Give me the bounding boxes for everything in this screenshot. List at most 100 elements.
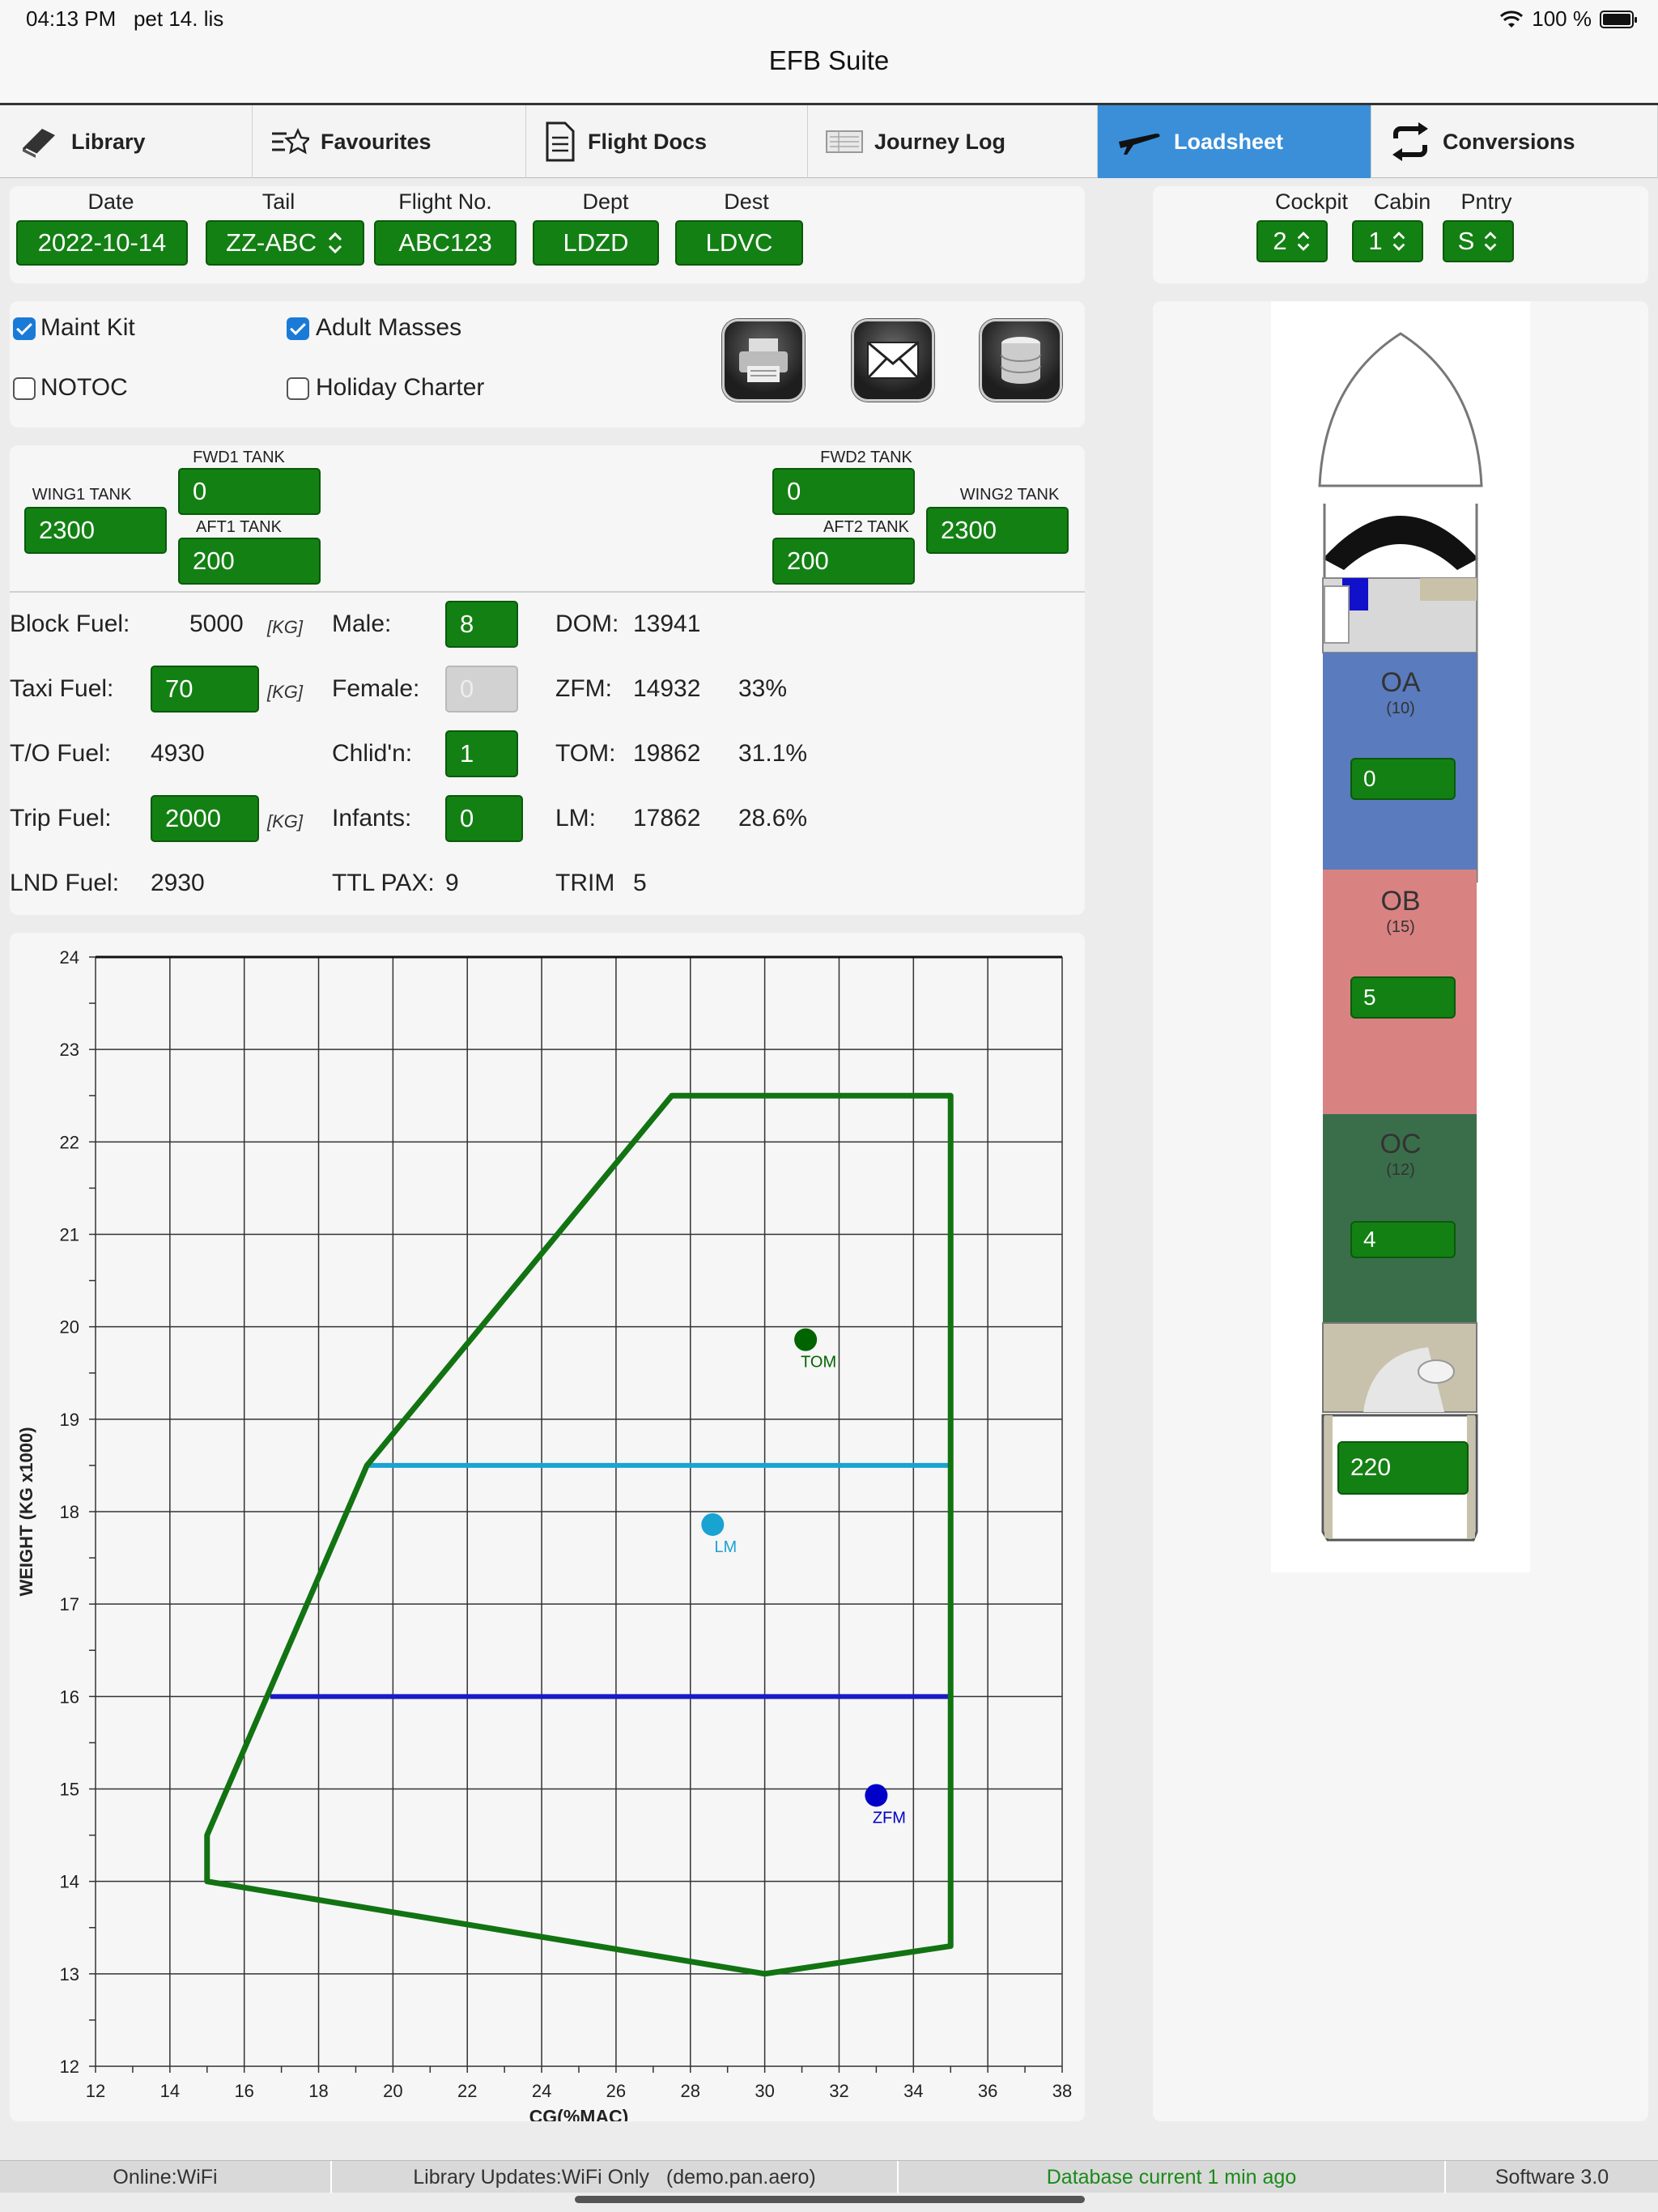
ttl-pax-label: TTL PAX: [332,870,435,896]
email-button[interactable] [852,319,934,402]
options-panel: Maint Kit Adult Masses NOTOC Holiday Cha… [10,301,1085,428]
tab-conversions[interactable]: Conversions [1371,105,1658,178]
cg-envelope-chart: 12 14 16 18 20 22 24 26 28 30 32 34 36 38 12 13 14 15 16 17… [16,947,1072,2127]
tom-value: 19862 [633,740,701,767]
ttl-pax-value: 9 [445,870,459,896]
pantry-label: Pntry [1460,189,1512,214]
book-icon [23,129,55,158]
app-title: EFB Suite [768,45,890,75]
y-tick-label: 13 [60,1964,79,1984]
pantry-select[interactable]: S [1443,220,1514,262]
zone-ob-capacity: (15) [1386,918,1415,936]
dest-field[interactable]: LDVC [675,220,803,266]
dom-label: DOM: [555,610,619,637]
infants-field[interactable]: 0 [445,795,523,842]
block-fuel-label: Block Fuel: [10,610,130,637]
database-button[interactable] [980,319,1062,402]
tail-value: ZZ-ABC [226,228,317,257]
zone-oc-field[interactable]: 4 [1350,1221,1456,1258]
taxi-fuel-label: Taxi Fuel: [10,675,114,702]
cg-envelope-chart-panel: 12 14 16 18 20 22 24 26 28 30 32 34 36 38 12 13 14 15 16 17… [10,933,1085,2127]
tab-loadsheet[interactable]: Loadsheet [1098,105,1371,178]
y-tick-label: 24 [60,947,79,968]
status-time: 04:13 PM pet 14. lis [26,6,224,31]
dom-value: 13941 [633,610,701,637]
date-label: Date [87,189,134,214]
fwd1-tank-field[interactable]: 0 [178,468,321,515]
notoc-checkbox[interactable] [13,377,36,400]
x-tick-label: 22 [457,2081,477,2101]
zone-oc-label: OC [1380,1129,1422,1159]
x-tick-label: 36 [978,2081,997,2101]
point-lm [701,1512,725,1536]
wing1-tank-field[interactable]: 2300 [24,507,167,554]
y-tick-label: 16 [60,1687,79,1707]
tab-label: Loadsheet [1174,129,1284,154]
tom-percent: 31.1% [738,740,808,767]
online-status: Online:WiFi [0,2161,332,2193]
point-label-lm: LM [714,1538,737,1556]
logbook-icon [826,130,863,153]
dest-label: Dest [724,189,769,214]
tab-label: Conversions [1443,129,1575,154]
aft1-tank-field[interactable]: 200 [178,538,321,585]
flight-info-panel: Date 2022-10-14 Tail ZZ-ABC Flight No. A… [10,186,1085,283]
taxi-fuel-field[interactable]: 70 [151,666,259,713]
cabin-value: 1 [1368,227,1383,255]
lnd-fuel-label: LND Fuel: [10,870,120,896]
flight-no-field[interactable]: ABC123 [374,220,517,266]
tab-label: Library [71,129,146,154]
wifi-icon [1500,10,1524,28]
stepper-chevrons-icon [1297,232,1309,251]
x-tick-label: 16 [234,2081,253,2101]
tab-favourites[interactable]: Favourites [253,105,526,178]
y-tick-label: 15 [60,1780,79,1800]
tab-library[interactable]: Library [0,105,253,178]
y-tick-label: 21 [60,1225,79,1245]
zone-ob-field[interactable]: 5 [1350,976,1456,1019]
point-label-tom: TOM [801,1354,836,1372]
zone-oa-label: OA [1380,667,1421,698]
flight-no-label: Flight No. [398,189,492,214]
tab-label: Favourites [321,129,432,154]
x-tick-label: 32 [829,2081,848,2101]
date-field[interactable]: 2022-10-14 [16,220,188,266]
aft2-tank-field[interactable]: 200 [772,538,915,585]
y-axis-label: WEIGHT (KG x1000) [16,1427,36,1596]
x-tick-label: 38 [1052,2081,1072,2101]
tom-label: TOM: [555,740,616,767]
fwd1-tank-label: FWD1 TANK [193,449,285,466]
male-field[interactable]: 8 [445,601,518,648]
fwd2-tank-field[interactable]: 0 [772,468,915,515]
home-indicator[interactable] [575,2196,1085,2203]
trip-fuel-field[interactable]: 2000 [151,795,259,842]
block-fuel-value: 5000 [189,610,244,637]
female-label: Female: [332,675,420,702]
tab-flight-docs[interactable]: Flight Docs [526,105,808,178]
print-button[interactable] [722,319,805,402]
zfm-value: 14932 [633,675,701,702]
children-field[interactable]: 1 [445,730,518,777]
female-field[interactable]: 0 [445,666,518,713]
cockpit-select[interactable]: 2 [1256,220,1328,262]
maint-kit-checkbox[interactable] [13,317,36,340]
status-footer: Online:WiFi Library Updates:WiFi Only (d… [0,2160,1658,2193]
tab-bar: Library Favourites Flight Docs Journey L… [0,105,1658,178]
zone-oa-field[interactable]: 0 [1350,758,1456,800]
stepper-chevrons-icon [1392,232,1405,251]
cargo-hold-field[interactable]: 220 [1337,1441,1469,1495]
tab-journey-log[interactable]: Journey Log [808,105,1098,178]
kg-unit: [KG] [267,811,304,832]
database-status: Database current 1 min ago [899,2161,1446,2193]
tail-label: Tail [261,189,295,214]
title-bar: EFB Suite [0,39,1658,105]
holiday-charter-checkbox[interactable] [287,377,309,400]
dept-field[interactable]: LDZD [533,220,659,266]
adult-masses-checkbox[interactable] [287,317,309,340]
wing2-tank-field[interactable]: 2300 [926,507,1069,554]
wing2-tank-label: WING2 TANK [959,486,1060,504]
library-updates-status: Library Updates:WiFi Only (demo.pan.aero… [332,2161,899,2193]
to-fuel-value: 4930 [151,740,205,767]
cabin-select[interactable]: 1 [1352,220,1423,262]
tail-select[interactable]: ZZ-ABC [206,220,364,266]
